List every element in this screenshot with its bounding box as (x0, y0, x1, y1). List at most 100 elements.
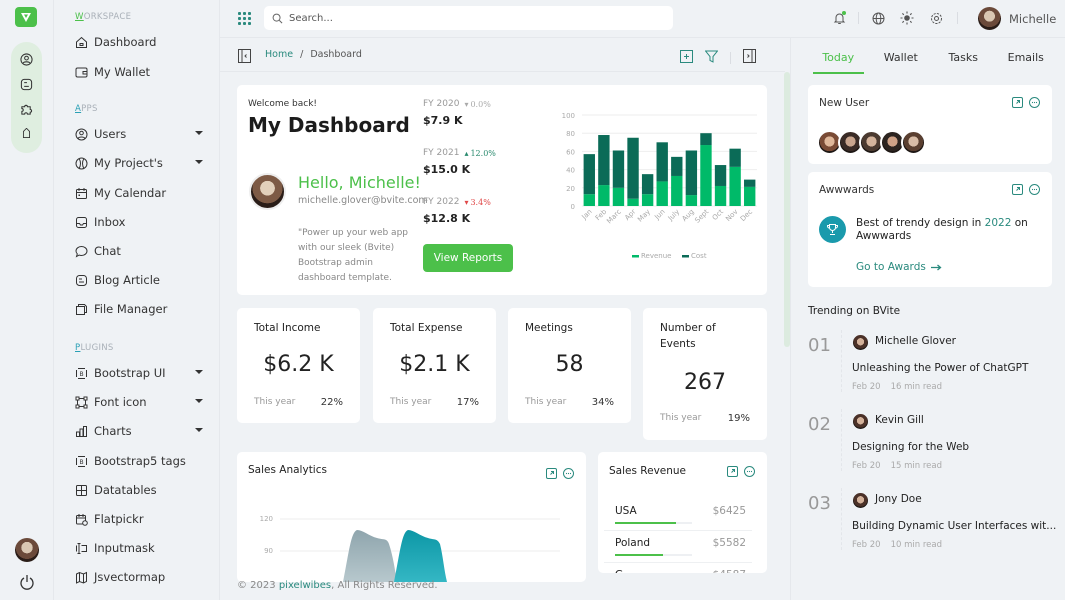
blogger-icon[interactable] (19, 76, 35, 92)
sidebar-item-my-project-s[interactable]: My Project's (75, 153, 203, 173)
stat-period: This year (525, 397, 567, 407)
arrow-up-icon: ▴ (464, 148, 469, 158)
add-widget-icon[interactable] (680, 48, 693, 67)
stat-percent: 17% (456, 397, 479, 408)
view-reports-button[interactable]: View Reports (423, 244, 513, 272)
revenue-cost-chart: 020406080100Jan FebMarc AprMay Jun July AugSe… (562, 112, 757, 260)
trending-read-time: 10 min read (890, 540, 942, 550)
logo-icon (21, 13, 31, 22)
breadcrumb-actions (680, 48, 756, 67)
rail-menu (11, 42, 42, 153)
tag-icon[interactable] (19, 126, 35, 142)
caret-down-icon (195, 160, 203, 164)
trending-number: 02 (808, 414, 831, 435)
trending-meta: Feb 20 15 min read (852, 461, 942, 471)
power-icon[interactable] (18, 573, 36, 591)
sidebar-item-label: Bootstrap UI (94, 366, 166, 380)
expand-icon[interactable] (1012, 184, 1023, 195)
bar-cost-sept (700, 133, 712, 146)
right-panel: Today Wallet Tasks Emails New User Awwwa… (790, 38, 1065, 600)
blog-icon (75, 274, 88, 287)
sidebar-item-my-wallet[interactable]: My Wallet (75, 62, 203, 82)
trending-item[interactable]: 03 Jony Doe Building Dynamic User Interfac… (808, 488, 1058, 560)
sidebar-item-charts[interactable]: Charts (75, 421, 203, 441)
basketball-icon (75, 157, 88, 170)
sidebar-item-label: Flatpickr (94, 512, 144, 526)
collapse-sidebar-icon[interactable] (238, 48, 251, 67)
expand-icon[interactable] (727, 466, 738, 477)
logo[interactable] (15, 7, 37, 27)
sidebar-item-inbox[interactable]: Inbox (75, 212, 203, 232)
fiscal-year-block: FY 2022 ▾ 3.4% $12.8 K (423, 197, 491, 225)
trending-item[interactable]: 02 Kevin Gill Designing for the Web Feb 20 1… (808, 409, 1058, 481)
breadcrumb-home[interactable]: Home (265, 49, 293, 60)
sidebar-item-flatpickr[interactable]: Flatpickr (75, 509, 203, 529)
tab-emails[interactable]: Emails (995, 38, 1058, 73)
more-options-icon[interactable] (1029, 184, 1040, 195)
input-cursor-icon (75, 542, 88, 555)
bell-icon[interactable] (832, 11, 846, 25)
sidebar: WORKSPACE APPS PLUGINS Dashboard My Walle… (54, 0, 220, 600)
topbar-icons (832, 11, 958, 25)
page-title: My Dashboard (248, 113, 410, 137)
sidebar-item-label: Jsvectormap (94, 570, 166, 584)
legend-label-revenue: Revenue (641, 252, 672, 260)
user-circle-icon[interactable] (19, 51, 35, 67)
trending-item[interactable]: 01 Michelle Glover Unleashing the Power of… (808, 330, 1058, 402)
globe-icon[interactable] (871, 11, 885, 25)
bar-revenue-july (671, 175, 683, 206)
trending-author: Michelle Glover (875, 335, 956, 347)
sidebar-item-chat[interactable]: Chat (75, 241, 203, 261)
card-tools (1012, 184, 1040, 195)
fiscal-year-value: $12.8 K (423, 212, 471, 225)
tab-wallet[interactable]: Wallet (870, 38, 933, 73)
sidebar-item-my-calendar[interactable]: My Calendar (75, 183, 203, 203)
notification-dot (842, 11, 846, 15)
user-avatar[interactable] (901, 130, 926, 155)
sidebar-item-bootstrap-ui[interactable]: B Bootstrap UI (75, 363, 203, 383)
y-tick-label: 0 (571, 203, 575, 211)
sidebar-item-dashboard[interactable]: Dashboard (75, 32, 203, 52)
trending-author: Kevin Gill (875, 414, 924, 426)
trending-title[interactable]: Designing for the Web (852, 441, 969, 453)
footer-brand-link[interactable]: pixelwibes (279, 580, 331, 591)
more-options-icon[interactable] (744, 466, 755, 477)
toggle-right-panel-icon[interactable] (743, 48, 756, 67)
rail-avatar[interactable] (15, 538, 39, 562)
sun-icon[interactable] (900, 11, 914, 25)
fiscal-year-header: FY 2021 ▴ 12.0% (423, 148, 496, 158)
filter-icon[interactable] (704, 48, 719, 67)
sidebar-item-inputmask[interactable]: Inputmask (75, 538, 203, 558)
bootstrap-icon: B (75, 455, 88, 468)
x-tick-label: Apr (623, 208, 637, 222)
puzzle-icon[interactable] (19, 101, 35, 117)
apps-grid-icon[interactable] (238, 12, 251, 25)
sidebar-item-users[interactable]: Users (75, 124, 203, 144)
tab-tasks[interactable]: Tasks (932, 38, 995, 73)
sidebar-item-bootstrap5-tags[interactable]: B Bootstrap5 tags (75, 451, 203, 471)
footer-copyright: © 2023 (237, 580, 279, 591)
tab-today[interactable]: Today (807, 38, 870, 74)
divider (730, 51, 731, 64)
sidebar-item-label: Inputmask (94, 541, 155, 555)
user-profile[interactable]: Michelle (978, 7, 1056, 30)
sidebar-item-font-icon[interactable]: Font icon (75, 392, 203, 412)
expand-icon[interactable] (1012, 97, 1023, 108)
trending-title[interactable]: Building Dynamic User Interfaces wit... (852, 520, 1056, 532)
more-options-icon[interactable] (1029, 97, 1040, 108)
caret-down-icon (195, 428, 203, 432)
sidebar-item-datatables[interactable]: Datatables (75, 480, 203, 500)
go-to-awards-link[interactable]: Go to Awards (856, 261, 942, 273)
sidebar-item-blog-article[interactable]: Blog Article (75, 270, 203, 290)
stat-footer: This year 17% (390, 397, 479, 408)
search-input[interactable] (289, 12, 649, 24)
sidebar-item-label: Blog Article (94, 273, 160, 287)
trending-title[interactable]: Unleashing the Power of ChatGPT (852, 362, 1028, 374)
sidebar-item-jsvectormap[interactable]: Jsvectormap (75, 567, 203, 587)
sidebar-item-file-manager[interactable]: File Manager (75, 299, 203, 319)
chat-icon (75, 245, 88, 258)
gear-icon[interactable] (929, 11, 943, 25)
calendar-clock-icon (75, 513, 88, 526)
bar-cost-apr (627, 137, 639, 199)
revenue-progress (615, 522, 692, 524)
